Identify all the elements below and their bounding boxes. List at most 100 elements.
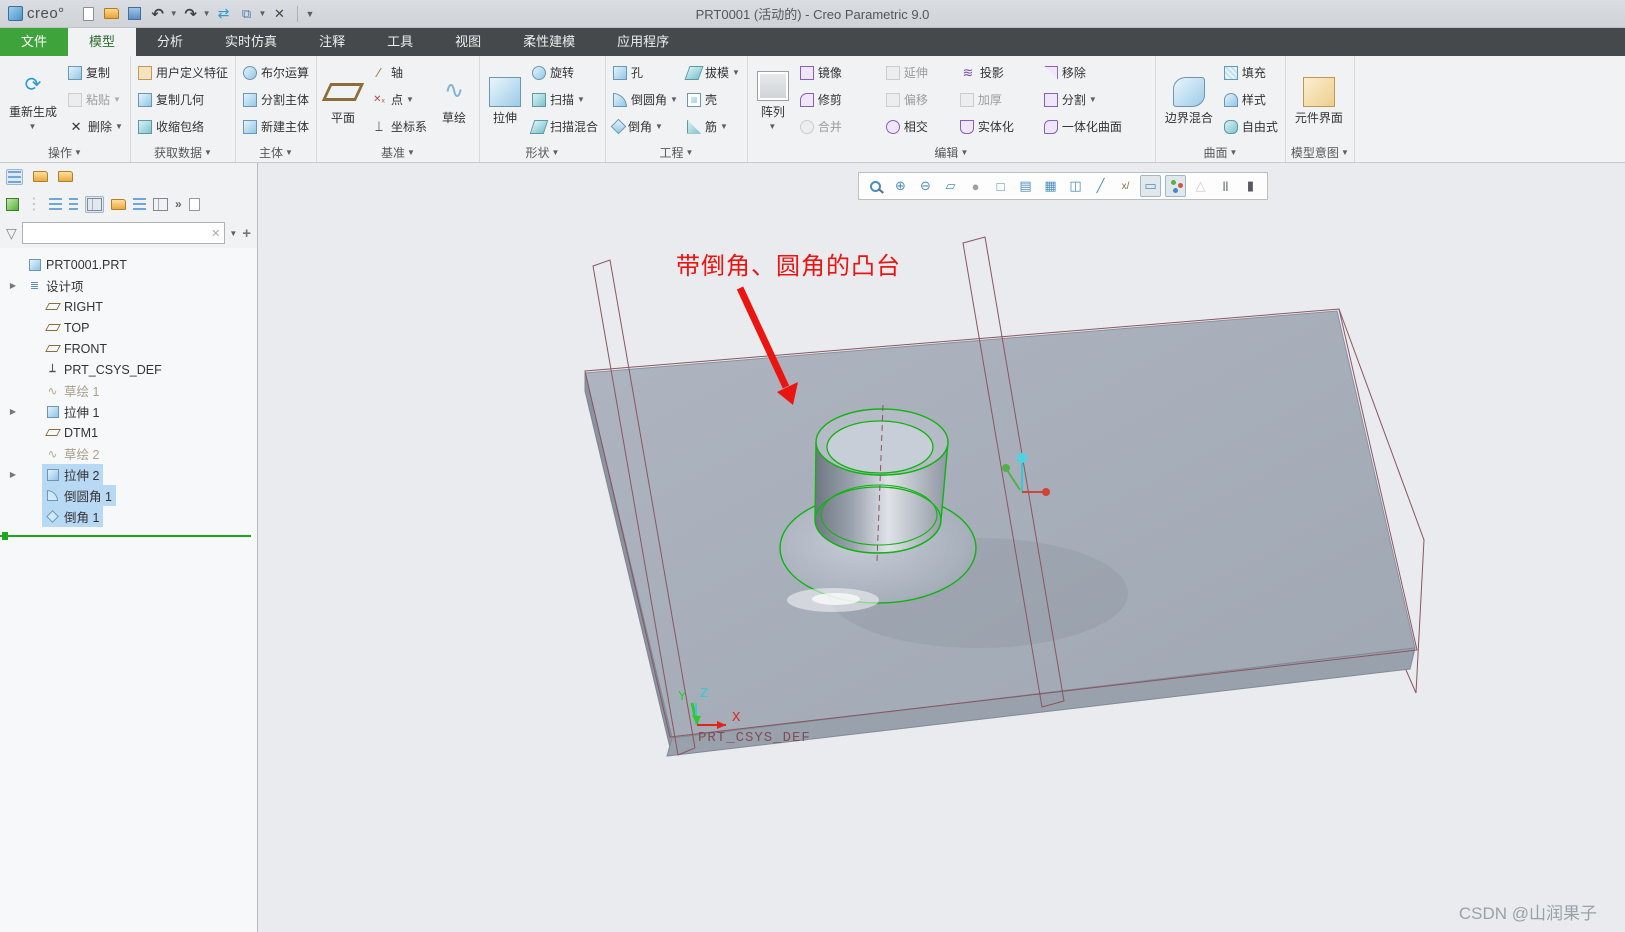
tab-flexible-modeling[interactable]: 柔性建模 [502,28,596,56]
draft-dropdown-arrow[interactable]: ▼ [732,68,740,77]
pause-button[interactable]: ‖ [1215,175,1236,197]
screen-capture-button[interactable]: ▮ [1240,175,1261,197]
pattern-button[interactable]: 阵列 ▼ [753,59,793,143]
split-button[interactable]: 分割▼ [1042,86,1150,113]
regenerate-quick-button[interactable]: ⇄ [214,4,234,24]
regenerate-button[interactable]: ⟳ 重新生成 ▼ [5,59,61,143]
expand-all-button[interactable] [49,198,62,210]
project-button[interactable]: ≋投影 [958,59,1042,86]
window-switch-button[interactable]: ⧉ [237,4,257,24]
intersect-button[interactable]: 相交 [884,113,958,140]
tab-analysis[interactable]: 分析 [136,28,204,56]
tree-item-top[interactable]: TOP [0,317,257,338]
component-interface-button[interactable]: 元件界面 [1291,59,1347,143]
redo-dropdown-arrow[interactable]: ▼ [203,9,211,18]
rib-dropdown-arrow[interactable]: ▼ [720,122,728,131]
datum-axis-button[interactable]: ∕轴 [369,59,429,86]
folder-browser-tab[interactable] [33,171,48,182]
tree-item-dtm1[interactable]: DTM1 [0,422,257,443]
base-plate[interactable] [585,311,1415,756]
datum-display-filters-button[interactable]: x/ [1115,175,1136,197]
hole-button[interactable]: 孔 [611,59,680,86]
rib-button[interactable]: 筋▼ [685,113,742,140]
tree-item-right[interactable]: RIGHT [0,296,257,317]
expander-icon[interactable]: ▶ [6,407,20,416]
swept-blend-button[interactable]: 扫描混合 [530,113,600,140]
sweep-dropdown-arrow[interactable]: ▼ [577,95,585,104]
chamfer-button[interactable]: 倒角▼ [611,113,680,140]
insertion-indicator[interactable] [0,535,251,537]
new-body-button[interactable]: 新建主体 [241,113,311,140]
tab-view[interactable]: 视图 [434,28,502,56]
close-window-button[interactable]: ✕ [269,4,289,24]
graphics-area[interactable]: Y Z X PRT_CSYS_DEF ⊕ ⊖ ▱ ● □ ▤ ▦ ◫ ╱ x/ … [258,163,1625,932]
window-dropdown-arrow[interactable]: ▼ [259,9,267,18]
boundary-blend-button[interactable]: 边界混合 [1161,59,1217,143]
udf-button[interactable]: 用户定义特征 [136,59,230,86]
boolean-button[interactable]: 布尔运算 [241,59,311,86]
tree-filter-input[interactable] [27,226,211,240]
spin-center-button[interactable] [1165,175,1186,197]
trim-button[interactable]: 修剪 [798,86,884,113]
display-style-button[interactable]: □ [990,175,1011,197]
tree-item-sketch1[interactable]: ∿草绘 1 [0,380,257,401]
tree-item-round1[interactable]: 倒圆角 1 [0,485,257,506]
redo-button[interactable]: ↷ [181,4,201,24]
shell-button[interactable]: 壳 [685,86,742,113]
tree-item-front[interactable]: FRONT [0,338,257,359]
undo-button[interactable]: ↶ [148,4,168,24]
tree-item-extrude2[interactable]: ▶ 拉伸 2 [0,464,257,485]
regenerate-dropdown-arrow[interactable]: ▼ [29,122,37,131]
tab-tools[interactable]: 工具 [366,28,434,56]
tab-file[interactable]: 文件 [0,28,68,56]
group-label-editing[interactable]: 编辑▼ [753,143,1150,162]
revolve-button[interactable]: 旋转 [530,59,600,86]
delete-dropdown-arrow[interactable]: ▼ [115,122,123,131]
tree-item-extrude1[interactable]: ▶ 拉伸 1 [0,401,257,422]
customize-toolbar-arrow[interactable]: ▼ [305,9,314,19]
solidify-button[interactable]: 实体化 [958,113,1042,140]
remove-button[interactable]: 移除 [1042,59,1150,86]
split-body-button[interactable]: 分割主体 [241,86,311,113]
tree-columns-button[interactable] [85,196,104,213]
unite-surface-button[interactable]: 一体化曲面 [1042,113,1150,140]
expander-icon[interactable]: ▶ [6,281,20,290]
sketch-display-button[interactable]: ╱ [1090,175,1111,197]
copy-geometry-button[interactable]: 复制几何 [136,86,230,113]
copy-button[interactable]: 复制 [66,59,125,86]
annotation-display-button[interactable]: ▭ [1140,175,1161,197]
saved-views-button[interactable]: ▤ [1015,175,1036,197]
tab-live-simulation[interactable]: 实时仿真 [204,28,298,56]
shrinkwrap-button[interactable]: 收缩包络 [136,113,230,140]
tree-filter-button[interactable] [133,198,146,210]
split-dropdown-arrow[interactable]: ▼ [1089,95,1097,104]
add-filter-button[interactable]: + [242,225,251,242]
datum-csys-button[interactable]: ⟘坐标系 [369,113,429,140]
group-label-shapes[interactable]: 形状▼ [485,143,600,162]
chamfer-dropdown-arrow[interactable]: ▼ [655,122,663,131]
save-button[interactable] [125,4,145,24]
tree-item-sketch2[interactable]: ∿草绘 2 [0,443,257,464]
zoom-out-button[interactable]: ⊖ [915,175,936,197]
tree-root[interactable]: PRT0001.PRT [0,254,257,275]
tree-item-chamfer1[interactable]: 倒角 1 [0,506,257,527]
group-label-get-data[interactable]: 获取数据▼ [136,143,230,162]
pattern-dropdown-arrow[interactable]: ▼ [768,122,776,131]
draft-button[interactable]: 拔模▼ [685,59,742,86]
group-label-datum[interactable]: 基准▼ [322,143,474,162]
zoom-in-button[interactable]: ⊕ [890,175,911,197]
tree-settings-button[interactable] [153,198,168,211]
freestyle-button[interactable]: 自由式 [1222,113,1280,140]
round-dropdown-arrow[interactable]: ▼ [670,95,678,104]
group-label-engineering[interactable]: 工程▼ [611,143,742,162]
more-tools-button[interactable]: » [175,197,182,211]
undo-dropdown-arrow[interactable]: ▼ [170,9,178,18]
shading-style-button[interactable]: ● [965,175,986,197]
tree-folder-button[interactable] [111,199,126,210]
collapse-all-button[interactable] [69,198,78,210]
zoom-fit-button[interactable] [865,175,886,197]
tree-item-csys[interactable]: ⟘PRT_CSYS_DEF [0,359,257,380]
delete-button[interactable]: ✕删除▼ [66,113,125,140]
expander-icon[interactable]: ▶ [6,470,20,479]
sketch-button[interactable]: ∿ 草绘 [434,59,474,143]
